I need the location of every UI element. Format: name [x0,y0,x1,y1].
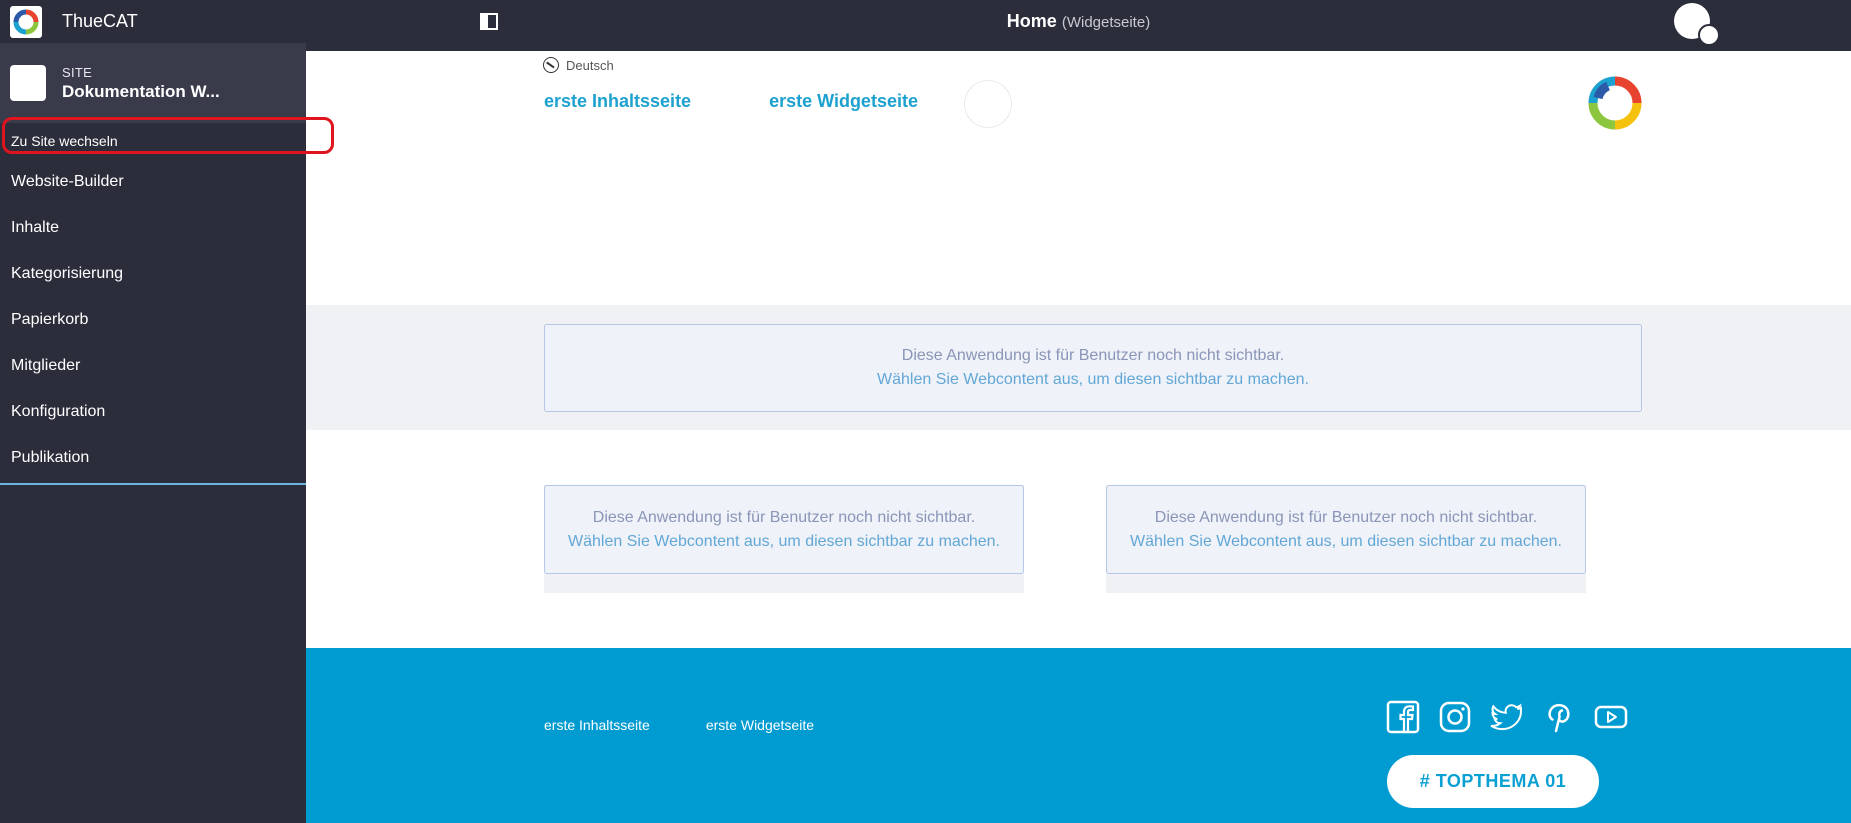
page-preview: Deutsch erste Inhaltsseite erste Widgets… [306,51,1851,823]
sidebar-item-label: Kategorisierung [11,265,124,282]
sidebar-item-mitglieder[interactable]: Mitglieder [0,343,306,389]
sidebar-item-label: Mitglieder [11,357,81,374]
twitter-icon[interactable] [1490,700,1524,734]
language-label: Deutsch [566,57,614,73]
notice-line2: Wählen Sie Webcontent aus, um diesen sic… [568,532,1000,550]
sidebar-item-kategorisierung[interactable]: Kategorisierung [0,251,306,297]
facebook-icon[interactable] [1386,700,1420,734]
page-type: (Widgetseite) [1061,14,1151,31]
page-title: Home (Widgetseite) [306,11,1851,32]
site-label: SITE [62,64,93,80]
notice-line2: Wählen Sie Webcontent aus, um diesen sic… [1130,532,1562,550]
footer-link-widgetseite[interactable]: erste Widgetseite [706,717,814,733]
widget-placeholder-right[interactable]: Diese Anwendung ist für Benutzer noch ni… [1106,485,1586,574]
user-avatar[interactable] [1674,3,1720,46]
avatar-status-dot [1698,24,1720,46]
instagram-icon[interactable] [1438,700,1472,734]
app-title: ThueCAT [62,11,138,31]
site-footer: erste Inhaltsseite erste Widgetseite # T… [306,648,1851,823]
sidebar-item-website-builder[interactable]: Website-Builder [0,159,306,205]
sidebar-item-label: Website-Builder [11,173,124,190]
search-button[interactable] [964,80,1012,128]
sidebar-nav: Website-Builder Inhalte Kategorisierung … [0,159,306,481]
youtube-icon[interactable] [1594,700,1628,734]
sidebar-item-inhalte[interactable]: Inhalte [0,205,306,251]
sidebar: ThueCAT SITE Dokumentation W... Zu Site … [0,0,334,823]
sidebar-header: ThueCAT [0,0,306,43]
brand-logo-icon[interactable] [1588,76,1642,135]
topic-button[interactable]: # TOPTHEMA 01 [1387,755,1599,808]
social-icons [1386,700,1628,734]
page-title-name: Home [1006,11,1057,31]
site-navigation: erste Inhaltsseite erste Widgetseite [544,91,918,112]
sidebar-item-konfiguration[interactable]: Konfiguration [0,389,306,435]
site-avatar [10,65,46,101]
sidebar-item-label: Papierkorb [11,311,89,328]
notice-line2: Wählen Sie Webcontent aus, um diesen sic… [877,371,1309,388]
sidebar-item-label: Inhalte [11,219,60,236]
nav-link-inhaltsseite[interactable]: erste Inhaltsseite [544,91,691,112]
switch-site-link[interactable]: Zu Site wechseln [0,117,334,159]
widget-placeholder-left[interactable]: Diese Anwendung ist für Benutzer noch ni… [544,485,1024,574]
sidebar-divider [0,483,306,485]
language-selector[interactable]: Deutsch [543,57,614,73]
sidebar-item-label: Publikation [11,449,90,466]
site-name: Dokumentation W... [62,81,220,101]
footer-links: erste Inhaltsseite erste Widgetseite [544,717,814,733]
site-selector[interactable]: SITE Dokumentation W... [0,43,306,123]
top-bar: Home (Widgetseite) [306,0,1851,51]
globe-icon [543,57,559,73]
notice-line1: Diese Anwendung ist für Benutzer noch ni… [901,347,1285,364]
footer-link-inhaltsseite[interactable]: erste Inhaltsseite [544,717,650,733]
sidebar-item-publikation[interactable]: Publikation [0,435,306,481]
sidebar-item-label: Konfiguration [11,403,106,420]
app-logo-icon[interactable] [10,5,42,38]
notice-line1: Diese Anwendung ist für Benutzer noch ni… [1154,508,1538,526]
widget-placeholder-main[interactable]: Diese Anwendung ist für Benutzer noch ni… [544,324,1642,412]
pinterest-icon[interactable] [1542,700,1576,734]
nav-link-widgetseite[interactable]: erste Widgetseite [769,91,918,112]
notice-line1: Diese Anwendung ist für Benutzer noch ni… [592,508,976,526]
highlight-annotation [2,117,334,154]
sidebar-item-papierkorb[interactable]: Papierkorb [0,297,306,343]
